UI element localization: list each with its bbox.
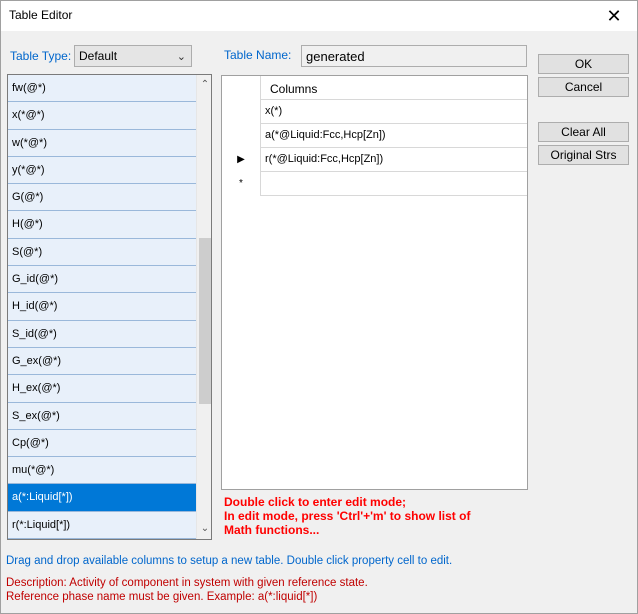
edit-hint-line1: Double click to enter edit mode; — [224, 495, 407, 509]
description-text: Description: Activity of component in sy… — [6, 576, 368, 604]
list-item[interactable]: H_ex(@*) — [8, 375, 196, 403]
table-type-label: Table Type: — [10, 49, 72, 63]
grid-cell-column[interactable]: a(*@Liquid:Fcc,Hcp[Zn]) — [262, 124, 527, 148]
list-item[interactable]: G_ex(@*) — [8, 347, 196, 376]
clear-all-button[interactable]: Clear All — [538, 122, 629, 142]
edit-hint-line2: In edit mode, press 'Ctrl'+'m' to show l… — [224, 509, 471, 523]
close-icon[interactable]: ✕ — [591, 1, 637, 31]
table-name-label: Table Name: — [224, 48, 292, 62]
scroll-up-arrow-icon[interactable]: ⌃ — [197, 77, 211, 93]
grid-row[interactable]: * — [222, 172, 527, 196]
list-item[interactable]: S_ex(@*) — [8, 402, 196, 430]
list-item[interactable]: G_id(@*) — [8, 266, 196, 294]
list-item[interactable]: y(*@*) — [8, 156, 196, 185]
original-strs-button[interactable]: Original Strs — [538, 145, 629, 165]
edit-hint-line3: Math functions... — [224, 523, 320, 537]
table-type-dropdown[interactable]: Default ⌄ — [74, 45, 192, 67]
list-item[interactable]: mu(*@*) — [8, 457, 196, 485]
grid-corner-cell — [222, 76, 261, 100]
list-item[interactable]: w(*@*) — [8, 129, 196, 157]
grid-row[interactable]: ▶ r(*@Liquid:Fcc,Hcp[Zn]) — [222, 148, 527, 172]
list-item[interactable]: H_id(@*) — [8, 293, 196, 321]
grid-cell-column[interactable]: x(*) — [262, 100, 527, 124]
grid-cell-column[interactable]: r(*@Liquid:Fcc,Hcp[Zn]) — [262, 148, 527, 172]
grid-row[interactable]: x(*) — [222, 100, 527, 124]
list-item[interactable]: x(*@*) — [8, 102, 196, 130]
available-columns-items: fw(@*) x(*@*) w(*@*) y(*@*) G(@*) H(@*) S(@*) G… — [8, 75, 196, 539]
table-name-input[interactable]: generated — [301, 45, 527, 67]
cancel-button[interactable]: Cancel — [538, 77, 629, 97]
columns-grid[interactable]: Columns x(*) a(*@Liquid:Fcc,Hcp[Zn]) ▶ r(*@… — [221, 75, 528, 490]
ok-button[interactable]: OK — [538, 54, 629, 74]
new-row-asterisk-icon[interactable]: * — [222, 172, 261, 196]
chevron-down-icon: ⌄ — [176, 51, 186, 63]
grid-header-columns: Columns — [270, 82, 318, 96]
scroll-thumb[interactable] — [199, 238, 211, 404]
list-item[interactable]: Cp(@*) — [8, 429, 196, 458]
description-line1: Description: Activity of component in sy… — [6, 577, 368, 589]
edit-mode-hint: Double click to enter edit mode; In edit… — [224, 495, 524, 537]
row-pointer-icon[interactable]: ▶ — [222, 148, 261, 172]
row-header-cell[interactable] — [222, 124, 261, 148]
grid-header-row: Columns — [222, 76, 527, 100]
drag-drop-hint: Drag and drop available columns to setup… — [6, 555, 453, 567]
grid-row[interactable]: a(*@Liquid:Fcc,Hcp[Zn]) — [222, 124, 527, 148]
list-item[interactable]: S(@*) — [8, 238, 196, 267]
list-scrollbar[interactable]: ⌃ ⌄ — [196, 75, 211, 539]
list-item[interactable]: fw(@*) — [8, 75, 196, 103]
list-item[interactable]: G(@*) — [8, 184, 196, 212]
table-editor-window: Table Editor ✕ Table Type: Default ⌄ Tab… — [0, 0, 638, 614]
description-line2: Reference phase name must be given. Exam… — [6, 591, 318, 603]
title-bar: Table Editor ✕ — [1, 1, 637, 31]
list-item[interactable]: a(*:Liquid[*]) — [8, 484, 196, 512]
available-columns-list[interactable]: fw(@*) x(*@*) w(*@*) y(*@*) G(@*) H(@*) S(@*) G… — [7, 74, 212, 540]
list-item[interactable]: H(@*) — [8, 211, 196, 239]
scroll-down-arrow-icon[interactable]: ⌄ — [197, 521, 211, 537]
grid-cell-column[interactable] — [262, 172, 527, 196]
list-item[interactable]: r(*:Liquid[*]) — [8, 511, 196, 539]
list-item[interactable]: S_id(@*) — [8, 320, 196, 348]
table-type-value: Default — [79, 49, 118, 63]
window-title: Table Editor — [9, 8, 73, 22]
row-header-cell[interactable] — [222, 100, 261, 124]
